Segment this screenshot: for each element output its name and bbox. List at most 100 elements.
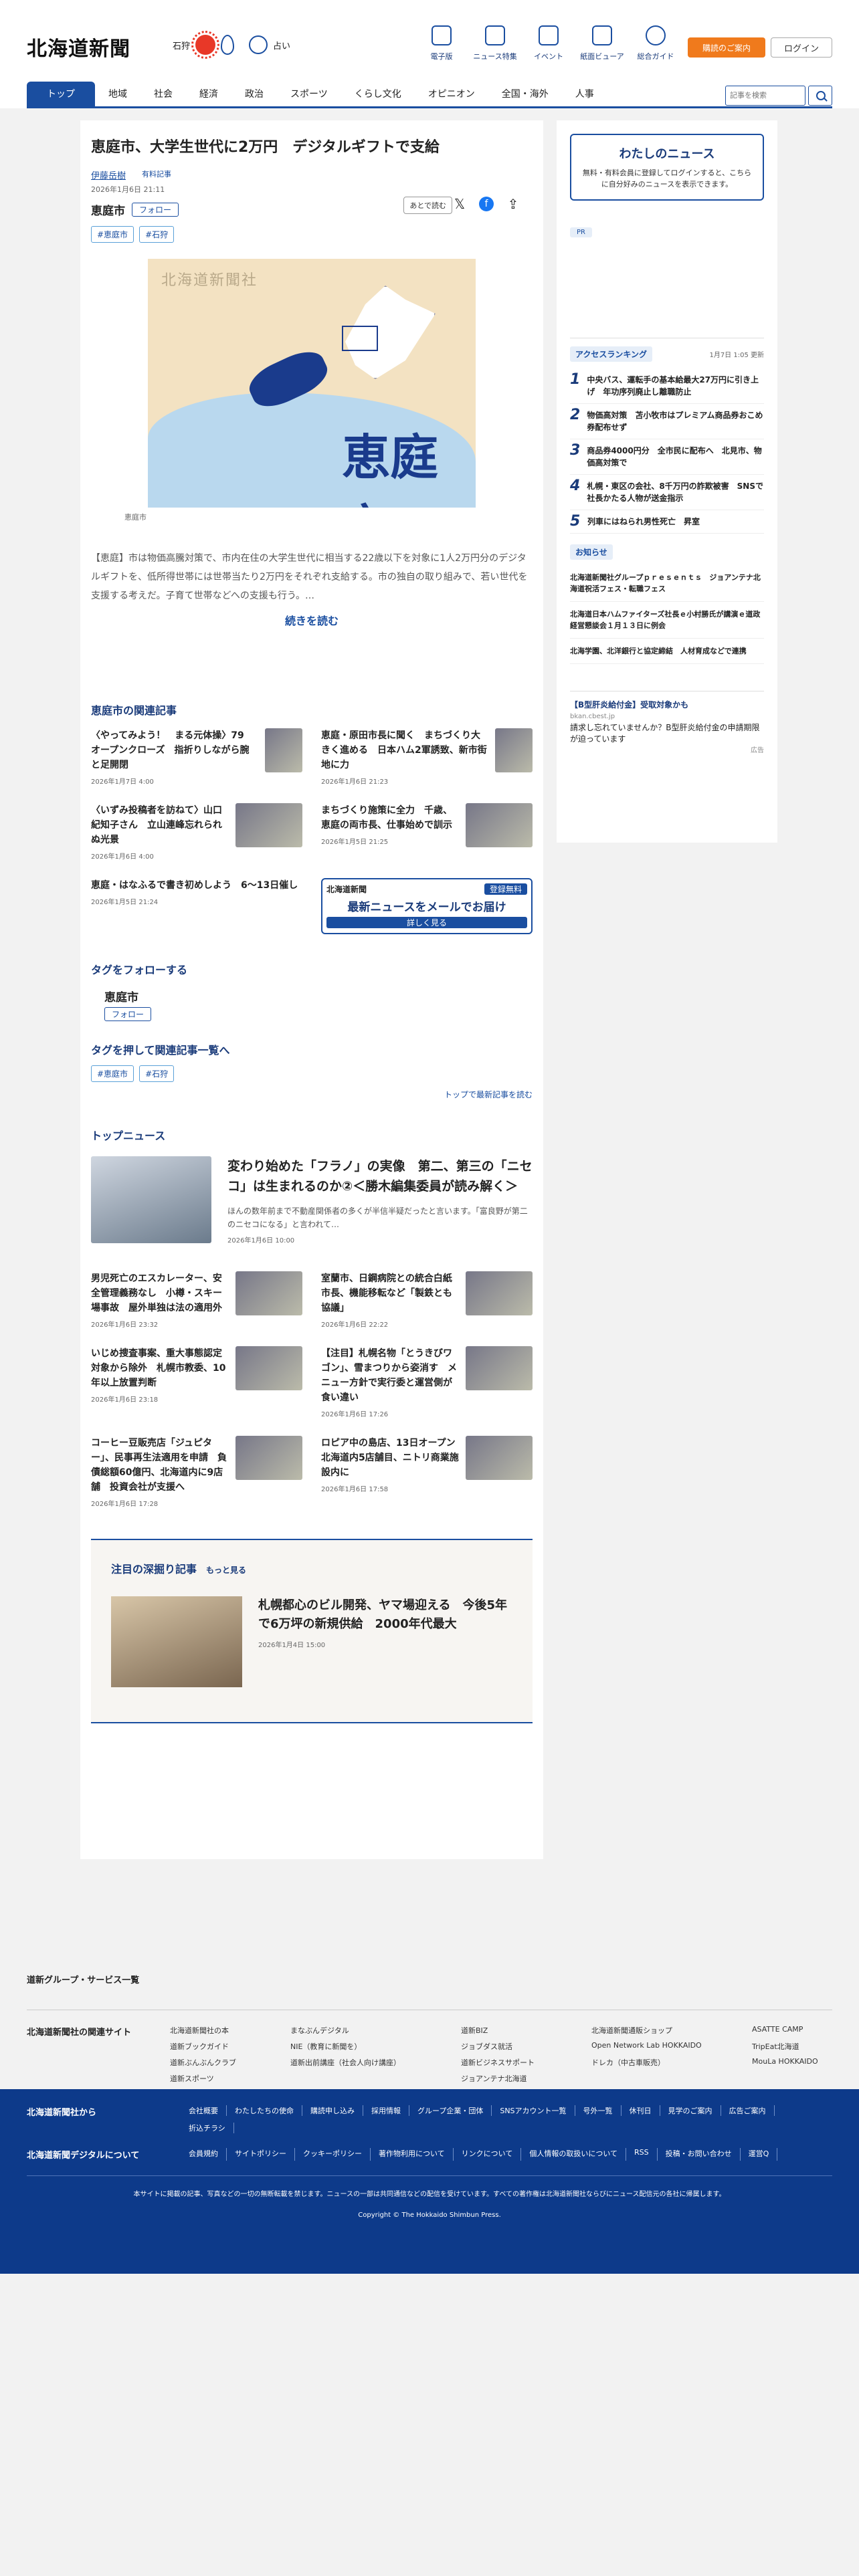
footer-link[interactable]: 見学のご案内	[660, 2105, 721, 2116]
tag-link[interactable]: #恵庭市	[91, 226, 134, 243]
ad-detail-button[interactable]: 詳しく見る	[326, 917, 527, 928]
tag-link[interactable]: #石狩	[139, 226, 175, 243]
mynews-box[interactable]: わたしのニュース 無料・有料会員に登録してログインすると、こちらに自分好みのニュ…	[570, 134, 764, 201]
tag-link[interactable]: #石狩	[139, 1065, 175, 1082]
read-more-link[interactable]: 続きを読む	[91, 612, 533, 628]
nav-society[interactable]: 社会	[140, 82, 186, 106]
footer-link[interactable]: 会社概要	[181, 2105, 227, 2116]
author-link[interactable]: 伊藤岳樹	[91, 169, 126, 181]
nav-economy[interactable]: 経済	[186, 82, 231, 106]
notice-item[interactable]: 北海道新聞社グループｐｒｅｓｅｎｔｓ ジョアンテナ北海道祝活フェス・転職フェス	[570, 565, 764, 602]
nav-guide[interactable]: 総合ガイド	[629, 25, 682, 62]
footer-link[interactable]: NIE（教育に新聞を）	[290, 2041, 461, 2052]
nav-top[interactable]: トップ	[27, 82, 95, 106]
nav-feature[interactable]: ニュース特集	[468, 25, 522, 62]
footer-link[interactable]: リンクについて	[454, 2148, 522, 2161]
footer-link[interactable]: 個人情報の取扱いについて	[521, 2148, 627, 2161]
footer-link[interactable]	[290, 2073, 461, 2084]
footer-link[interactable]: 会員規約	[181, 2148, 227, 2161]
footer-link[interactable]: RSS	[626, 2148, 658, 2161]
ranking-item[interactable]: 3 商品券4000円分 全市民に配布へ 北見市、物価高対策で	[570, 439, 764, 475]
footer-link[interactable]: SNSアカウント一覧	[492, 2105, 575, 2116]
nav-digital[interactable]: 電子版	[415, 25, 468, 62]
footer-link[interactable]: 道新BIZ	[461, 2025, 591, 2036]
deep-more-link[interactable]: もっと見る	[206, 1566, 246, 1575]
follow-button[interactable]: フォロー	[132, 203, 179, 217]
login-button[interactable]: ログイン	[771, 37, 832, 58]
footer-link[interactable]: 休刊日	[622, 2105, 660, 2116]
fortune-label[interactable]: 占い	[273, 39, 290, 51]
footer-link[interactable]	[752, 2073, 832, 2084]
related-card[interactable]: まちづくり施策に全力 千歳、恵庭の両市長、仕事始めで訓示 2026年1月5日 21…	[321, 803, 533, 865]
tagfollow-button[interactable]: フォロー	[104, 1007, 152, 1021]
news-card[interactable]: ロピア中の島店、13日オープン 北海道内5店舗目、ニトリ商業施設内に 2026年1…	[321, 1436, 533, 1512]
ranking-heading[interactable]: アクセスランキング	[570, 346, 653, 362]
tag-link[interactable]: #恵庭市	[91, 1065, 134, 1082]
footer-link[interactable]: ASATTE CAMP	[752, 2025, 832, 2036]
footer-link[interactable]: 運営Q	[741, 2148, 778, 2161]
news-card[interactable]: コーヒー豆販売店「ジュピター」、民事再生法適用を申請 負債総額60億円、北海道内…	[91, 1436, 302, 1512]
footer-link[interactable]: ジョブダス就活	[461, 2041, 591, 2052]
footer-link[interactable]: 北海道新聞通販ショップ	[591, 2025, 752, 2036]
search-icon[interactable]	[808, 85, 832, 106]
footer-link[interactable]: 広告ご案内	[721, 2105, 775, 2116]
footer-link[interactable]: TripEat北海道	[752, 2041, 832, 2052]
share-icon[interactable]: ⇪	[506, 197, 520, 211]
news-card[interactable]: 室蘭市、日鋼病院との統合白紙 市長、機能移転など「製鉄とも協議」 2026年1月6…	[321, 1271, 533, 1333]
footer-link[interactable]: 採用情報	[363, 2105, 409, 2116]
footer-link[interactable]: サイトポリシー	[227, 2148, 295, 2161]
nav-event[interactable]: イベント	[522, 25, 575, 62]
nav-viewer[interactable]: 紙面ビューア	[575, 25, 629, 62]
footer-link[interactable]: MouLa HOKKAIDO	[752, 2057, 832, 2068]
footer-link[interactable]: 道新スポーツ	[170, 2073, 290, 2084]
nav-region[interactable]: 地域	[95, 82, 140, 106]
nav-world[interactable]: 全国・海外	[488, 82, 562, 106]
nav-life[interactable]: くらし文化	[341, 82, 415, 106]
footer-link[interactable]: ジョアンテナ北海道	[461, 2073, 591, 2084]
ranking-item[interactable]: 4 札幌・東区の会社、8千万円の詐欺被害 SNSで社長かたる人物が送金指示	[570, 475, 764, 510]
ranking-item[interactable]: 5 列車にはねられ男性死亡 昇室	[570, 510, 764, 534]
ranking-item[interactable]: 2 物価高対策 苫小牧市はプレミアム商品券おこめ券配布せず	[570, 404, 764, 439]
footer-link[interactable]: 投稿・お問い合わせ	[658, 2148, 741, 2161]
subscribe-button[interactable]: 購読のご案内	[688, 37, 765, 58]
topnews-feature[interactable]: 変わり始めた「フラノ」の実像 第二、第三の「ニセコ」は生まれるのか②＜勝木編集委…	[91, 1156, 533, 1251]
footer-link[interactable]: ドレカ（中古車販売）	[591, 2057, 752, 2068]
footer-link[interactable]: 道新ぶんぶんクラブ	[170, 2057, 290, 2068]
nav-politics[interactable]: 政治	[231, 82, 277, 106]
notice-heading[interactable]: お知らせ	[570, 544, 613, 560]
footer-link[interactable]: 折込チラシ	[181, 2123, 234, 2133]
read-later-button[interactable]: あとで読む	[403, 197, 452, 214]
sidebar-ad[interactable]: 【B型肝炎給付金】受取対象かも bkan.cbest.jp 請求し忘れていません…	[570, 691, 764, 756]
footer-link[interactable]: クッキーポリシー	[295, 2148, 371, 2161]
notice-item[interactable]: 北海学園、北洋銀行と協定締結 人材育成などで連携	[570, 639, 764, 664]
x-share-icon[interactable]: 𝕏	[452, 197, 467, 211]
news-card[interactable]: いじめ捜査事案、重大事態認定対象から除外 札幌市教委、10年以上放置判断 2026…	[91, 1346, 302, 1422]
site-logo[interactable]: 北海道新聞	[27, 32, 130, 62]
weather-widget[interactable]: 石狩 占い	[173, 31, 290, 59]
footer-link[interactable]: 道新出前講座（社会人向け講座）	[290, 2057, 461, 2068]
nav-sports[interactable]: スポーツ	[277, 82, 341, 106]
deep-article[interactable]: 札幌都心のビル開発、ヤマ場迎える 今後5年で6万坪の新規供給 2000年代最大 2…	[111, 1596, 512, 1687]
footer-link[interactable]: 北海道新聞社の本	[170, 2025, 290, 2036]
related-card[interactable]: 恵庭・原田市長に聞く まちづくり大きく進める 日本ハム2軍誘致、新市街地に力 20…	[321, 728, 533, 790]
notice-item[interactable]: 北海道日本ハムファイターズ社長ｅ小村勝氏が講演ｅ道政経営懇談会１月１３日に例会	[570, 602, 764, 639]
related-card[interactable]: 〈やってみよう！ まる元体操〉79 オープンクローズ 指折りしながら腕と足開閉 2…	[91, 728, 302, 790]
search-input[interactable]	[725, 85, 805, 106]
nav-opinion[interactable]: オピニオン	[415, 82, 488, 106]
footer-link[interactable]: まなぶんデジタル	[290, 2025, 461, 2036]
related-card[interactable]: 〈いずみ投稿者を訪ねて〉山口紀知子さん 立山連峰忘れられぬ光景 2026年1月6日…	[91, 803, 302, 865]
footer-link[interactable]: 購読申し込み	[302, 2105, 363, 2116]
footer-link[interactable]: 道新ビジネスサポート	[461, 2057, 591, 2068]
nav-personnel[interactable]: 人事	[562, 82, 607, 106]
footer-link[interactable]: 道新ブックガイド	[170, 2041, 290, 2052]
news-card[interactable]: 【注目】札幌名物「とうきびワゴン」、雪まつりから姿消す メニュー方針で実行委と運…	[321, 1346, 533, 1422]
ranking-item[interactable]: 1 中央バス、運転手の基本給最大27万円に引き上げ 年功序列廃止し離職防止	[570, 368, 764, 404]
news-card[interactable]: 男児死亡のエスカレーター、安全管理義務なし 小樽・スキー場事故 屋外単独は法の適…	[91, 1271, 302, 1333]
footer-link[interactable]	[591, 2073, 752, 2084]
footer-link[interactable]: 著作物利用について	[371, 2148, 454, 2161]
facebook-share-icon[interactable]: f	[479, 197, 494, 211]
group-services-link[interactable]: 道新グループ・サービス一覧	[27, 1913, 832, 1985]
newsletter-ad[interactable]: 北海道新聞 登録無料 最新ニュースをメールでお届け 詳しく見る	[321, 878, 533, 934]
footer-link[interactable]: わたしたちの使命	[227, 2105, 302, 2116]
footer-link[interactable]: Open Network Lab HOKKAIDO	[591, 2041, 752, 2052]
